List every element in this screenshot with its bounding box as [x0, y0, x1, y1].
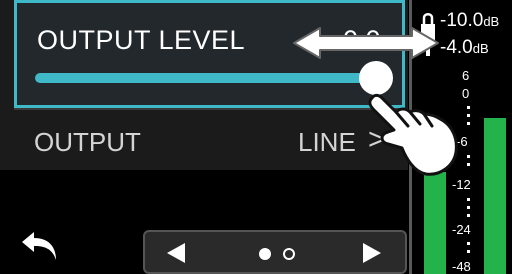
- output-label: OUTPUT: [34, 127, 141, 157]
- page-navigator: [143, 230, 407, 274]
- output-level-slider-track[interactable]: [35, 73, 373, 83]
- meter-tick-minus24: -24: [452, 222, 471, 237]
- meter-dot: [467, 250, 470, 253]
- meter-dot: [467, 122, 470, 125]
- meter-dot: [467, 198, 470, 201]
- page-dot-active: [259, 248, 271, 260]
- meter-tick-minus12: -12: [452, 177, 471, 192]
- meter-bar-left: [424, 172, 446, 274]
- meter-dot: [467, 206, 470, 209]
- page-dot-inactive: [283, 248, 295, 260]
- pointing-hand-icon: [368, 93, 458, 176]
- back-arrow-icon[interactable]: [18, 226, 64, 266]
- peak-level-bottom: -4.0dB: [440, 37, 489, 58]
- meter-tick-6: 6: [462, 68, 470, 83]
- output-level-slider-knob[interactable]: [359, 61, 393, 95]
- triangle-left-icon[interactable]: [165, 241, 187, 265]
- meter-dot: [467, 163, 470, 166]
- output-setting-row[interactable]: OUTPUT LINE >: [14, 110, 408, 166]
- meter-dot: [467, 106, 470, 109]
- double-headed-arrow-icon: [293, 27, 439, 59]
- meter-dot: [467, 214, 470, 217]
- meter-dot: [467, 242, 470, 245]
- peak-level-top: -10.0dB: [440, 10, 500, 31]
- meter-tick-0: 0: [462, 86, 470, 101]
- meter-dot: [467, 155, 470, 158]
- output-value: LINE: [298, 127, 356, 157]
- triangle-right-icon[interactable]: [361, 241, 383, 265]
- meter-tick-minus48: -48: [452, 259, 471, 274]
- meter-bar-right: [484, 118, 506, 274]
- screen: OUTPUT LEVEL 0.0dB OUTPUT LINE > 6 0 -6 …: [0, 0, 512, 274]
- meter-dot: [467, 114, 470, 117]
- output-level-title: OUTPUT LEVEL: [37, 25, 246, 55]
